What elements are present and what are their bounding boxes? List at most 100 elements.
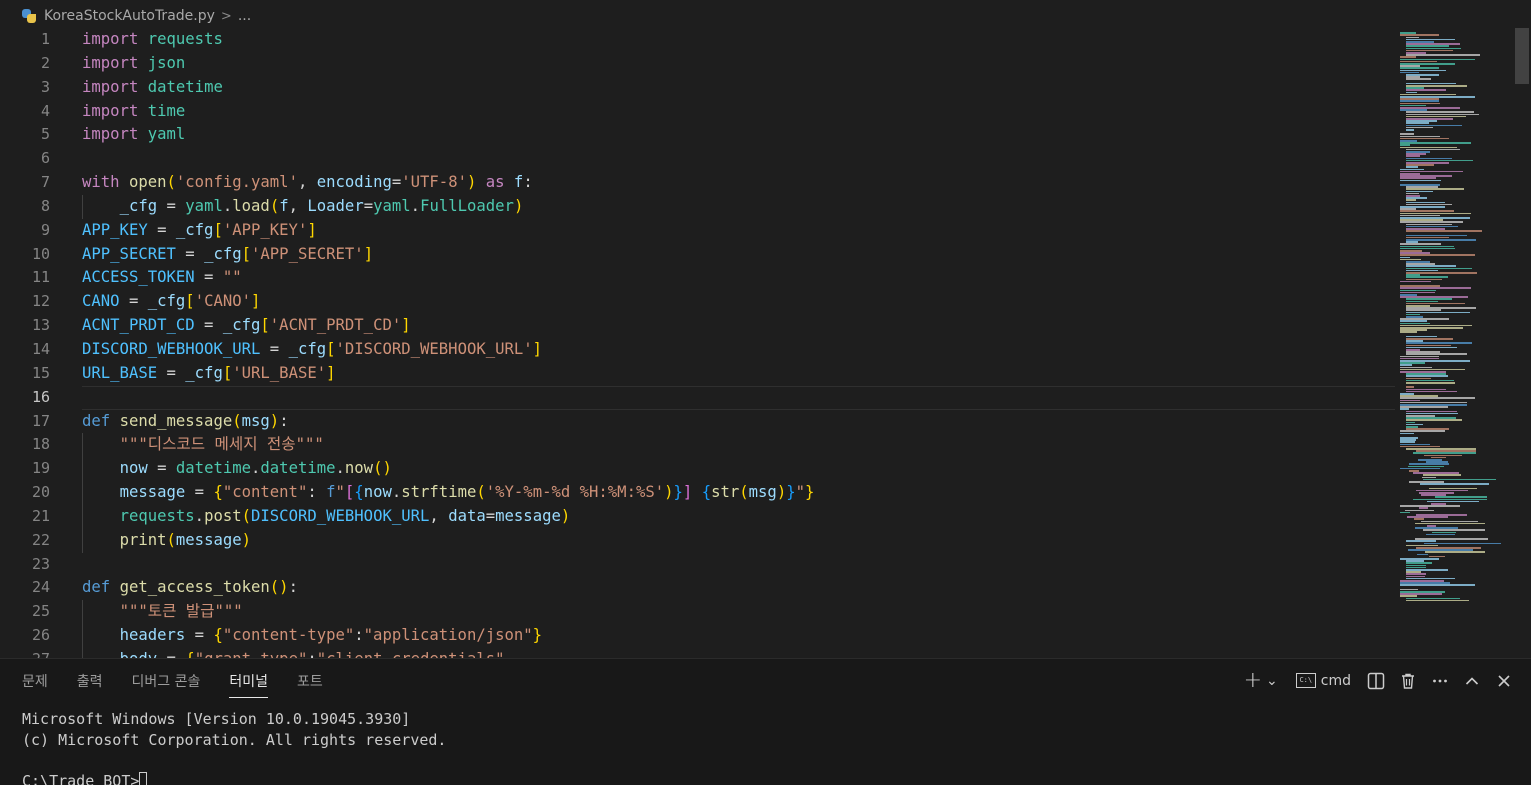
line-number: 27 <box>0 648 62 658</box>
tab-ports[interactable]: 포트 <box>297 671 323 698</box>
minimap-line <box>1400 331 1418 333</box>
line-number: 6 <box>40 149 50 168</box>
line-number: 12 <box>31 292 50 311</box>
code-line[interactable]: APP_SECRET = _cfg['APP_SECRET'] <box>82 243 1397 267</box>
code-editor[interactable]: 1 2 3 4 5 6 7 8 9 10 11 12 13 14 15 16 17 18 19 20 21 22 23 24 2… <box>0 28 1531 658</box>
minimap-line <box>1406 230 1483 232</box>
minimap-line <box>1426 533 1455 536</box>
minimap-line <box>1400 179 1442 182</box>
bottom-panel: 문제 출력 디버그 콘솔 터미널 포트 + ⌄ C:\ cmd Microsof… <box>0 658 1531 785</box>
ellipsis-icon <box>1433 679 1447 682</box>
terminal-line: Microsoft Windows [Version 10.0.19045.39… <box>22 710 411 728</box>
chevron-up-icon <box>1465 676 1479 685</box>
close-panel-button[interactable] <box>1495 672 1513 690</box>
minimap[interactable] <box>1400 28 1512 608</box>
code-line[interactable]: APP_KEY = _cfg['APP_KEY'] <box>82 219 1397 243</box>
minimap-line <box>1400 505 1461 507</box>
line-number: 1 <box>40 30 50 48</box>
minimap-line <box>1420 483 1489 485</box>
code-line[interactable]: _cfg = yaml.load(f, Loader=yaml.FullLoad… <box>82 194 1397 219</box>
close-icon <box>1498 674 1510 687</box>
code-line-current[interactable] <box>82 385 1395 410</box>
code-line[interactable]: import datetime <box>82 76 1397 100</box>
code-line[interactable]: """디스코드 메세지 전송""" <box>82 433 1397 458</box>
minimap-line <box>1400 467 1440 470</box>
breadcrumb-more[interactable]: ... <box>238 8 251 24</box>
trash-icon <box>1402 673 1414 689</box>
minimap-line <box>1406 599 1470 602</box>
code-line[interactable]: ACCESS_TOKEN = "" <box>82 266 1397 290</box>
line-number: 5 <box>40 125 50 144</box>
code-line[interactable]: URL_BASE = _cfg['URL_BASE'] <box>82 362 1397 386</box>
code-line[interactable] <box>82 147 1397 171</box>
line-number: 18 <box>31 435 50 454</box>
line-number: 20 <box>31 483 50 502</box>
line-number: 22 <box>31 530 50 549</box>
code-line[interactable] <box>82 553 1397 577</box>
code-line[interactable]: import yaml <box>82 123 1397 147</box>
minimap-line <box>1417 553 1429 556</box>
line-number: 16 <box>31 387 50 406</box>
minimap-line <box>1406 54 1480 56</box>
code-line[interactable]: import requests <box>82 28 1397 52</box>
code-line[interactable]: requests.post(DISCORD_WEBHOOK_URL, data=… <box>82 504 1397 529</box>
code-line[interactable]: def send_message(msg): <box>82 410 1397 434</box>
code-line[interactable]: """토큰 발급""" <box>82 600 1397 625</box>
terminal-output[interactable]: Microsoft Windows [Version 10.0.19045.39… <box>22 709 446 785</box>
minimap-line <box>1400 511 1410 514</box>
tab-debug-console[interactable]: 디버그 콘솔 <box>132 671 201 698</box>
code-line[interactable]: def get_access_token(): <box>82 576 1397 600</box>
terminal-line: (c) Microsoft Corporation. All rights re… <box>22 730 447 749</box>
code-line[interactable]: now = datetime.datetime.now() <box>82 457 1397 482</box>
code-line[interactable]: print(message) <box>82 528 1397 553</box>
breadcrumb-file[interactable]: KoreaStockAutoTrade.py <box>44 8 215 24</box>
line-number: 24 <box>31 578 50 597</box>
chevron-right-icon: > <box>220 8 232 24</box>
minimap-line <box>1400 584 1475 586</box>
terminal-prompt: C:\Trade_BOT> <box>22 771 140 785</box>
minimap-line <box>1400 142 1471 144</box>
minimap-line <box>1415 522 1485 525</box>
line-number: 10 <box>31 244 50 263</box>
panel-actions: + ⌄ C:\ cmd <box>1230 668 1513 693</box>
code-line[interactable]: with open('config.yaml', encoding='UTF-8… <box>82 171 1397 195</box>
minimap-line <box>1425 551 1486 553</box>
kill-terminal-button[interactable] <box>1399 672 1417 690</box>
panel-tabs: 문제 출력 디버그 콘솔 터미널 포트 <box>22 671 352 698</box>
code-line[interactable]: DISCORD_WEBHOOK_URL = _cfg['DISCORD_WEBH… <box>82 338 1397 362</box>
terminal-prompt-line[interactable]: C:\Trade_BOT> <box>22 771 446 785</box>
tab-terminal[interactable]: 터미널 <box>229 671 269 698</box>
line-number: 3 <box>40 77 50 96</box>
more-actions-button[interactable] <box>1431 672 1449 690</box>
code-line[interactable]: headers = {"content-type":"application/j… <box>82 624 1397 648</box>
editor-scrollbar[interactable] <box>1515 28 1529 84</box>
minimap-line <box>1400 432 1415 435</box>
line-number: 23 <box>31 554 50 573</box>
line-number: 15 <box>31 363 50 382</box>
code-line[interactable]: message = {"content": f"[{now.strftime('… <box>82 481 1397 505</box>
terminal-shell-selector[interactable]: C:\ cmd <box>1295 673 1351 689</box>
code-line[interactable]: import json <box>82 52 1397 76</box>
tab-output[interactable]: 출력 <box>77 671 103 698</box>
terminal-cursor <box>139 771 148 785</box>
code-line[interactable]: ACNT_PRDT_CD = _cfg['ACNT_PRDT_CD'] <box>82 314 1397 338</box>
maximize-panel-button[interactable] <box>1463 672 1481 690</box>
line-number: 26 <box>31 626 50 645</box>
line-number: 21 <box>31 506 50 525</box>
minimap-line <box>1400 254 1476 256</box>
python-icon <box>22 9 36 23</box>
split-terminal-button[interactable] <box>1367 672 1385 690</box>
tab-problems[interactable]: 문제 <box>22 671 48 698</box>
minimap-line <box>1406 78 1431 80</box>
terminal-shell-icon: C:\ <box>1295 673 1316 688</box>
code-area[interactable]: import requests import json import datet… <box>82 28 1397 658</box>
code-line[interactable]: import time <box>82 100 1397 124</box>
line-number: 19 <box>31 459 50 478</box>
code-line[interactable]: CANO = _cfg['CANO'] <box>82 290 1397 314</box>
new-terminal-button[interactable]: + ⌄ <box>1244 668 1278 693</box>
line-number: 7 <box>40 173 50 192</box>
code-line[interactable]: body = {"grant_type":"client_credentials… <box>82 647 1397 658</box>
line-number: 2 <box>40 53 50 72</box>
line-number-gutter: 1 2 3 4 5 6 7 8 9 10 11 12 13 14 15 16 17 18 19 20 21 22 23 24 2… <box>0 28 62 658</box>
